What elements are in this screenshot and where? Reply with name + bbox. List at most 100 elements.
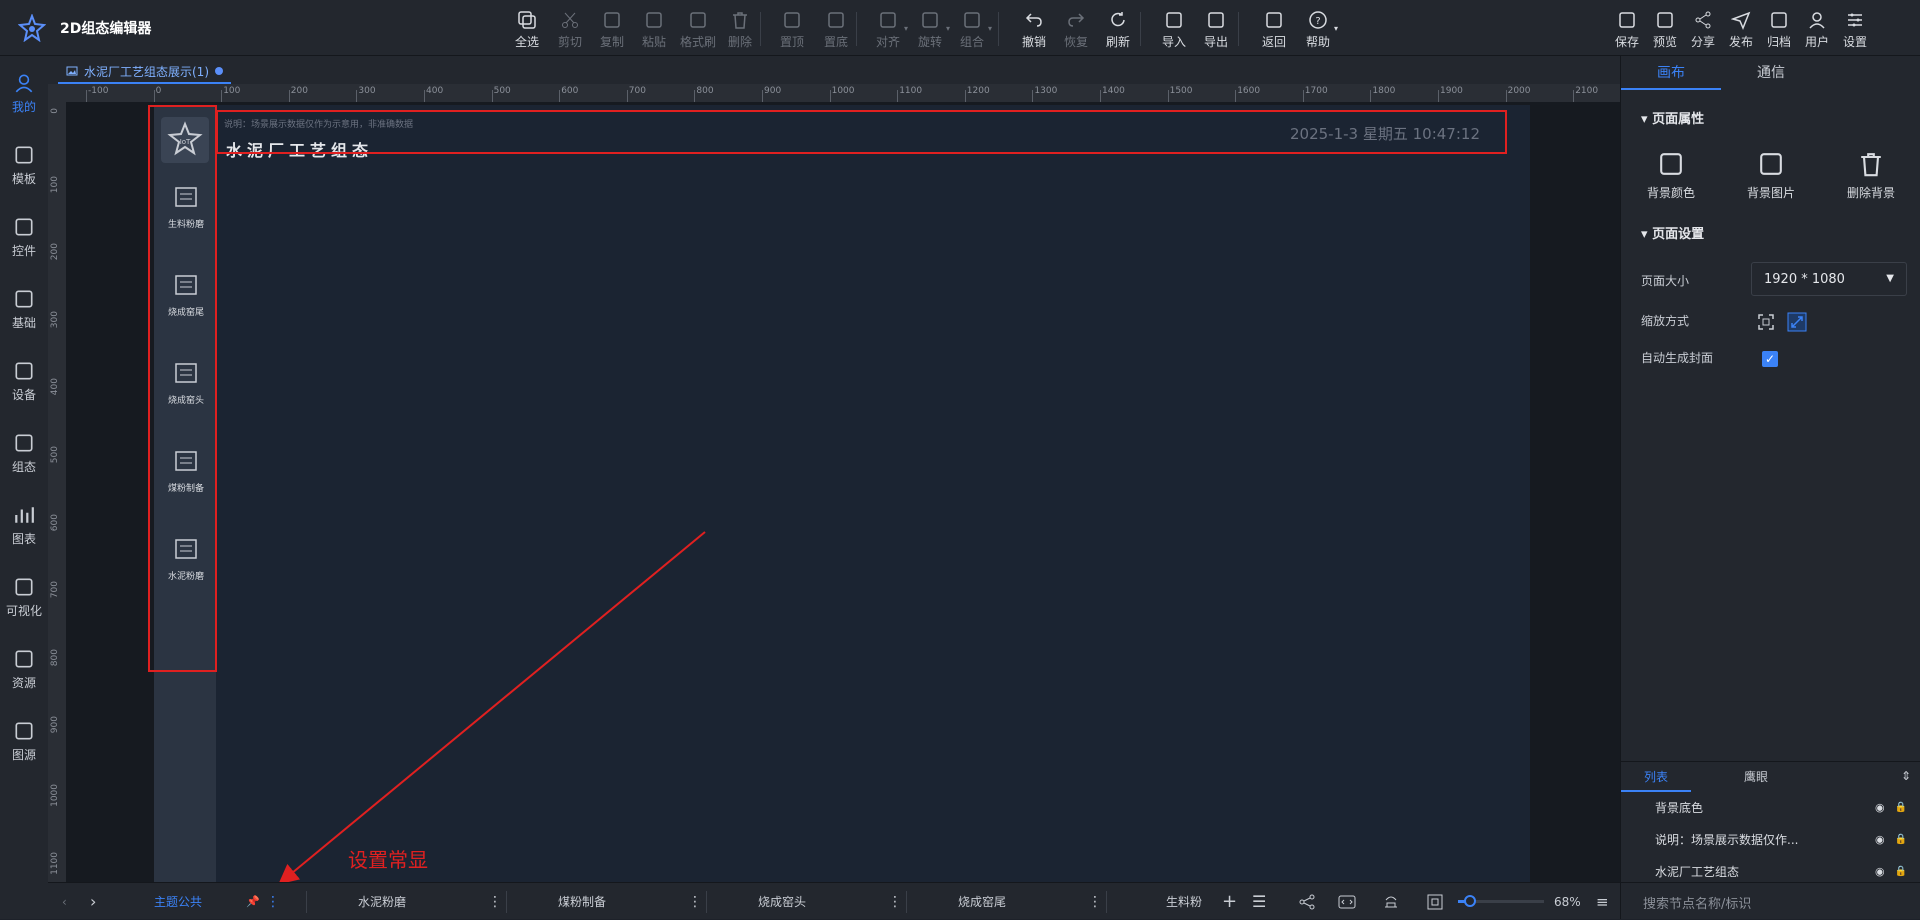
- device-icon[interactable]: [1382, 893, 1400, 911]
- fit-stretch-icon[interactable]: [1787, 312, 1807, 332]
- nav-image-source[interactable]: 图源: [0, 710, 48, 772]
- ruler-tick: 200: [50, 243, 60, 261]
- layer-row[interactable]: 说明：场景展示数据仅作... ◉ 🔒: [1637, 824, 1907, 854]
- toolbar-label: 对齐: [875, 35, 900, 49]
- nav-device[interactable]: 设备: [0, 350, 48, 412]
- more-vert-icon[interactable]: ⋮: [1088, 894, 1102, 910]
- left-nav: 我的模板控件基础设备组态图表可视化资源图源: [0, 56, 48, 919]
- toolbar-rotate-button[interactable]: 旋转 ▾: [908, 6, 952, 52]
- code-icon[interactable]: [1338, 893, 1356, 911]
- page-tab[interactable]: 水泥粉磨 ⋮: [358, 883, 502, 920]
- paint-bucket-button[interactable]: 背景颜色: [1631, 150, 1711, 201]
- node-search-input[interactable]: 搜索节点名称/标识: [1621, 882, 1920, 919]
- ruler-tick: 600: [50, 513, 60, 531]
- share-nodes-icon[interactable]: [1298, 893, 1316, 911]
- toolbar-user-button[interactable]: 用户: [1798, 6, 1836, 52]
- toolbar-preview-button[interactable]: 预览: [1646, 6, 1684, 52]
- fit-screen-icon[interactable]: [1426, 893, 1444, 911]
- nav-resource[interactable]: 资源: [0, 638, 48, 700]
- fit-contain-icon[interactable]: [1756, 312, 1776, 332]
- page-props-title: 页面属性: [1652, 112, 1705, 127]
- menu-icon[interactable]: ≡: [1596, 883, 1609, 920]
- page-tab[interactable]: 烧成窑尾 ⋮: [958, 883, 1102, 920]
- document-tab[interactable]: 水泥厂工艺组态展示(1): [58, 60, 231, 84]
- lock-icon[interactable]: 🔒: [1895, 866, 1907, 877]
- eye-icon[interactable]: ◉: [1875, 833, 1885, 846]
- ruler-tick-line: [694, 90, 696, 102]
- toolbar-save-button[interactable]: 保存: [1608, 6, 1646, 52]
- toolbar-label: 撤销: [1021, 35, 1046, 49]
- more-vert-icon[interactable]: ⋮: [688, 894, 702, 910]
- trash-button[interactable]: 删除背景: [1831, 150, 1911, 201]
- pin-icon[interactable]: 📌: [246, 895, 260, 908]
- toolbar-label: 保存: [1614, 35, 1639, 49]
- canvas-area[interactable]: IoT 生料粉磨 烧成窑尾 烧成窑头 煤粉制备 水泥粉磨 说明：场景展示数据仅作为示意用…: [66, 102, 1620, 882]
- auto-cover-checkbox[interactable]: ✓: [1762, 351, 1778, 367]
- page-tab[interactable]: 主题公共 ⋮ 📌: [154, 883, 280, 920]
- lock-icon[interactable]: 🔒: [1895, 802, 1907, 813]
- image-source-icon: [0, 720, 48, 742]
- add-page-icon[interactable]: +: [1222, 883, 1237, 920]
- eye-icon[interactable]: ◉: [1875, 801, 1885, 814]
- tab-eagle-eye[interactable]: 鹰眼: [1721, 762, 1791, 792]
- zoom-slider-knob[interactable]: [1463, 895, 1476, 907]
- lock-icon[interactable]: 🔒: [1895, 834, 1907, 845]
- toolbar-align-button[interactable]: 对齐 ▾: [866, 6, 910, 52]
- prev-page-button[interactable]: ‹: [62, 883, 67, 920]
- toolbar-import-button[interactable]: 导入: [1152, 6, 1196, 52]
- toolbar-trash-button[interactable]: 删除: [718, 6, 762, 52]
- user-icon: [0, 72, 48, 94]
- toolbar-copy-button[interactable]: 复制: [590, 6, 634, 52]
- nav-template[interactable]: 模板: [0, 134, 48, 196]
- toolbar-bring-to-top-button[interactable]: 置顶: [770, 6, 814, 52]
- toolbar-send-to-bottom-button[interactable]: 置底: [814, 6, 858, 52]
- nav-scada[interactable]: 组态: [0, 422, 48, 484]
- toolbar-share-button[interactable]: 分享: [1684, 6, 1722, 52]
- toolbar-export-button[interactable]: 导出: [1194, 6, 1238, 52]
- eye-icon[interactable]: ◉: [1875, 865, 1885, 878]
- layer-row[interactable]: 背景底色 ◉ 🔒: [1637, 792, 1907, 822]
- nav-visualization[interactable]: 可视化: [0, 566, 48, 628]
- page-tab[interactable]: 烧成窑头 ⋮: [758, 883, 902, 920]
- more-vert-icon[interactable]: ⋮: [888, 894, 902, 910]
- list-icon[interactable]: ☰: [1252, 883, 1266, 920]
- toolbar-settings-button[interactable]: 设置: [1836, 6, 1874, 52]
- toolbar-label: 旋转: [917, 35, 942, 49]
- toolbar-archive-button[interactable]: 归档: [1760, 6, 1798, 52]
- tab-communication[interactable]: 通信: [1721, 56, 1821, 90]
- toolbar-group-button[interactable]: 组合 ▾: [950, 6, 994, 52]
- toolbar-publish-button[interactable]: 发布: [1722, 6, 1760, 52]
- toolbar-paste-button[interactable]: 粘贴: [632, 6, 676, 52]
- toolbar-label: 组合: [959, 35, 984, 49]
- toolbar-undo-button[interactable]: 撤销: [1012, 6, 1056, 52]
- toolbar-select-all-button[interactable]: 全选: [505, 6, 549, 52]
- toolbar-separator: [998, 12, 999, 46]
- nav-basic[interactable]: 基础: [0, 278, 48, 340]
- page-tab[interactable]: 煤粉制备 ⋮: [558, 883, 702, 920]
- toolbar-scissors-button[interactable]: 剪切: [548, 6, 592, 52]
- page-canvas[interactable]: IoT 生料粉磨 烧成窑尾 烧成窑头 煤粉制备 水泥粉磨 说明：场景展示数据仅作为示意用…: [154, 105, 1530, 882]
- ruler-tick: 300: [358, 86, 376, 96]
- tab-layer-list[interactable]: 列表: [1621, 762, 1691, 792]
- zoom-slider[interactable]: [1458, 895, 1544, 907]
- page-settings-header[interactable]: ▾ 页面设置: [1641, 223, 1704, 242]
- more-vert-icon[interactable]: ⋮: [488, 894, 502, 910]
- image-button[interactable]: 背景图片: [1731, 150, 1811, 201]
- toolbar-format-brush-button[interactable]: 格式刷: [676, 6, 720, 52]
- more-vert-icon[interactable]: ⋮: [266, 894, 280, 910]
- nav-user[interactable]: 我的: [0, 62, 48, 124]
- toolbar-redo-button[interactable]: 恢复: [1054, 6, 1098, 52]
- toolbar-refresh-button[interactable]: 刷新: [1096, 6, 1140, 52]
- button-label: 删除背景: [1846, 186, 1895, 200]
- page-tab[interactable]: 生料粉: [1166, 883, 1202, 920]
- nav-chart[interactable]: 图表: [0, 494, 48, 556]
- nav-controls[interactable]: 控件: [0, 206, 48, 268]
- toolbar-back-button[interactable]: 返回: [1252, 6, 1296, 52]
- next-page-button[interactable]: ›: [90, 883, 96, 920]
- toolbar-help-button[interactable]: ? 帮助 ▾: [1296, 6, 1340, 52]
- tab-canvas[interactable]: 画布: [1621, 56, 1721, 90]
- ruler-tick: 0: [155, 86, 162, 96]
- page-props-header[interactable]: ▾ 页面属性: [1641, 108, 1704, 127]
- page-size-select[interactable]: 1920 * 1080 ▼: [1751, 262, 1907, 296]
- sort-icon[interactable]: ⇕: [1901, 769, 1911, 783]
